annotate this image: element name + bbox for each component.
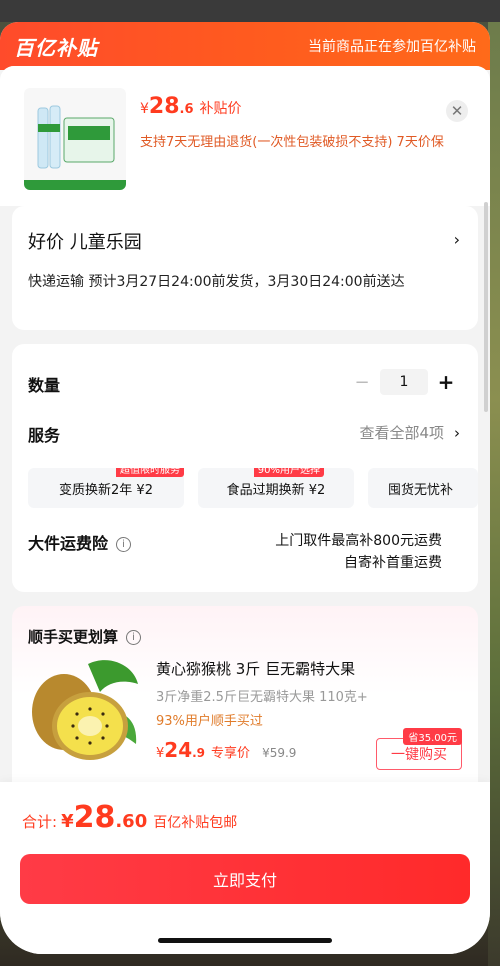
upsell-title: 顺手买更划算 i xyxy=(28,626,142,647)
total-label: 合计: xyxy=(22,813,58,831)
service-chip-badge: 90%用户选择 xyxy=(253,468,324,477)
subsidy-tip: 当前商品正在参加百亿补贴 xyxy=(308,39,476,55)
item-price-tag: 专享价 xyxy=(211,746,251,761)
price-integer: 28 xyxy=(148,94,180,119)
sheet-body: ¥ 28 .6 补贴价 支持7天无理由退货(一次性包装破损不支持) 7天价保 ✕… xyxy=(0,66,490,826)
chevron-right-icon[interactable]: › xyxy=(454,230,460,249)
item-price-integer: 24 xyxy=(164,738,193,762)
savings-badge: 省35.00元 xyxy=(403,728,462,745)
service-chips: 变质换新2年 ¥2 超值限时服务 食品过期换新 ¥2 90%用户选择 囤货无忧补 xyxy=(28,468,478,508)
item-title[interactable]: 黄心猕猴桃 3斤 巨无霸特大果 xyxy=(156,658,355,679)
service-chip[interactable]: 食品过期换新 ¥2 90%用户选择 xyxy=(198,468,354,508)
return-policy: 支持7天无理由退货(一次性包装破损不支持) 7天价保 xyxy=(140,135,444,150)
service-chip-badge: 超值限时服务 xyxy=(116,468,184,477)
price-currency: ¥ xyxy=(140,101,149,117)
pay-now-button[interactable]: 立即支付 xyxy=(20,854,470,904)
quantity-value[interactable]: 1 xyxy=(380,369,428,395)
subsidy-header: 百亿补贴 当前商品正在参加百亿补贴 xyxy=(0,22,490,70)
service-label: 服务 xyxy=(28,426,61,445)
store-card[interactable]: 好价 儿童乐园 › 快递运输 预计3月27日24:00前发货，3月30日24:0… xyxy=(12,206,478,330)
close-icon[interactable]: ✕ xyxy=(446,100,468,122)
kiwi-image xyxy=(32,660,138,760)
scrollbar[interactable] xyxy=(484,202,488,412)
item-price-currency: ¥ xyxy=(156,746,165,761)
service-chip[interactable]: 变质换新2年 ¥2 超值限时服务 xyxy=(28,468,184,508)
chevron-right-icon: › xyxy=(454,424,460,442)
store-name: 好价 儿童乐园 xyxy=(28,232,142,253)
product-price: ¥ 28 .6 补贴价 xyxy=(140,94,242,119)
service-chip-label: 囤货无忧补 xyxy=(388,482,454,498)
quantity-label: 数量 xyxy=(28,376,61,395)
service-chip-label: 食品过期换新 ¥2 xyxy=(226,482,326,498)
options-card: 数量 − 1 + 服务 查看全部4项 › 变质换新2年 ¥2 超值限时服务 食品过… xyxy=(12,344,478,592)
subsidy-logo: 百亿补贴 xyxy=(14,35,98,60)
minus-button[interactable]: − xyxy=(352,372,372,393)
view-all-services[interactable]: 查看全部4项 › xyxy=(359,422,460,443)
item-spec: 3斤净重2.5斤巨无霸特大果 110克+ xyxy=(156,690,368,705)
total-integer: 28 xyxy=(73,800,116,835)
insurance-line: 自寄补首重运费 xyxy=(344,555,442,571)
insurance-description: 上门取件最高补800元运费 自寄补首重运费 xyxy=(275,530,442,574)
product-thumbnail xyxy=(24,88,126,190)
price-decimal: .6 xyxy=(179,102,194,117)
info-icon[interactable]: i xyxy=(126,630,142,645)
checkout-sheet: 百亿补贴 当前商品正在参加百亿补贴 ¥ 28 .6 补贴价 支持7天无理由退货(… xyxy=(0,22,490,954)
info-icon[interactable]: i xyxy=(116,537,132,552)
home-indicator[interactable] xyxy=(158,938,332,943)
total-currency: ¥ xyxy=(61,811,74,832)
insurance-label-text: 大件运费险 xyxy=(28,534,109,553)
item-price: ¥ 24 .9 专享价 ¥59.9 xyxy=(156,738,296,762)
item-original-price: ¥59.9 xyxy=(262,746,297,760)
product-summary: ¥ 28 .6 补贴价 支持7天无理由退货(一次性包装破损不支持) 7天价保 ✕ xyxy=(0,66,490,206)
quantity-stepper: − 1 + xyxy=(352,369,456,395)
price-tag: 补贴价 xyxy=(199,101,242,117)
upsell-title-text: 顺手买更划算 xyxy=(28,628,119,646)
item-price-decimal: .9 xyxy=(192,746,206,760)
service-chip[interactable]: 囤货无忧补 xyxy=(368,468,478,508)
view-all-services-label: 查看全部4项 xyxy=(359,424,444,442)
service-chip-label: 变质换新2年 ¥2 xyxy=(59,482,153,498)
plus-button[interactable]: + xyxy=(436,370,456,394)
delivery-info: 快递运输 预计3月27日24:00前发货，3月30日24:00前送达 xyxy=(28,274,405,290)
water-bottles-image xyxy=(37,105,115,169)
total-decimal: .60 xyxy=(115,811,148,832)
status-bar xyxy=(0,0,500,22)
item-popularity: 93%用户顺手买过 xyxy=(156,714,263,729)
order-total: 合计: ¥ 28 .60 百亿补贴包邮 xyxy=(22,800,237,835)
insurance-label: 大件运费险 i xyxy=(28,530,132,554)
thumbnail-banner xyxy=(24,180,126,190)
total-note: 百亿补贴包邮 xyxy=(153,815,238,831)
insurance-line: 上门取件最高补800元运费 xyxy=(275,533,442,549)
checkout-footer: 合计: ¥ 28 .60 百亿补贴包邮 立即支付 xyxy=(0,782,490,954)
